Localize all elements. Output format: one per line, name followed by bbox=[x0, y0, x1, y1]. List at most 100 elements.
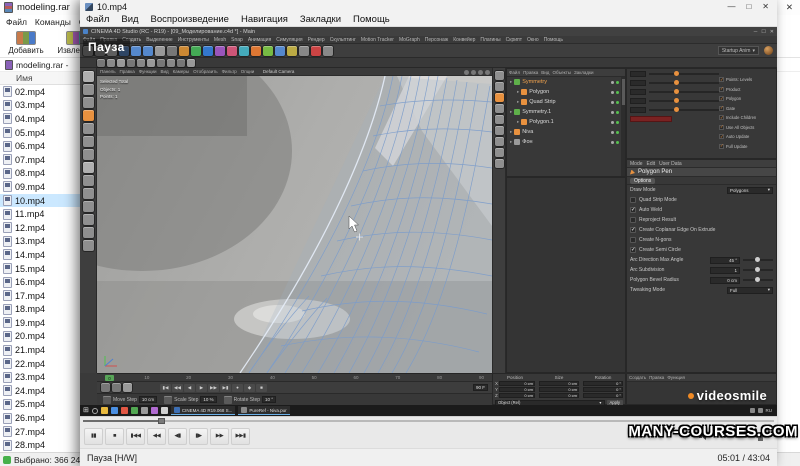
pause-button[interactable]: ▮▮ bbox=[84, 428, 103, 445]
file-row[interactable]: 20.mp4 bbox=[0, 330, 90, 344]
file-row[interactable]: 09.mp4 bbox=[0, 180, 90, 194]
toolbar-icon bbox=[311, 46, 321, 56]
taskbar-icon bbox=[121, 407, 128, 414]
file-row[interactable]: 17.mp4 bbox=[0, 289, 90, 303]
file-row[interactable]: 13.mp4 bbox=[0, 235, 90, 249]
file-row[interactable]: 18.mp4 bbox=[0, 303, 90, 317]
toolbar-icon bbox=[155, 46, 165, 56]
toolbar-icon bbox=[147, 59, 155, 67]
taskbar-icon bbox=[101, 407, 108, 414]
file-row[interactable]: 03.mp4 bbox=[0, 99, 90, 113]
quantize-group: Scale Step 10 % bbox=[164, 396, 216, 404]
file-row[interactable]: 02.mp4 bbox=[0, 85, 90, 99]
c4d-menu-item: Окно bbox=[527, 37, 539, 43]
camera-label: Default Camera bbox=[263, 69, 295, 74]
frame-forward-button[interactable]: ▮▶ bbox=[189, 428, 208, 445]
winrar-menu-item[interactable]: Файл bbox=[6, 17, 27, 27]
file-name: 03.mp4 bbox=[15, 100, 45, 110]
window-button[interactable]: □ bbox=[746, 2, 751, 11]
file-row[interactable]: 15.mp4 bbox=[0, 262, 90, 276]
mode-icon bbox=[83, 136, 94, 147]
animation-timeline: 0102030405060708090 0 bbox=[97, 373, 492, 381]
file-row[interactable]: 24.mp4 bbox=[0, 384, 90, 398]
player-window-buttons: — □ ✕ bbox=[727, 2, 772, 11]
quantize-palette: Move Step 10 cm Scale Step 10 % Rotate S… bbox=[97, 393, 492, 405]
axis-gizmo-icon bbox=[103, 354, 119, 368]
file-row[interactable]: 22.mp4 bbox=[0, 357, 90, 371]
viewport-menu-item: Вид bbox=[160, 69, 168, 74]
video-file-icon bbox=[3, 222, 12, 233]
fast-forward-button[interactable]: ▶▶ bbox=[210, 428, 229, 445]
window-button[interactable]: ✕ bbox=[786, 2, 793, 13]
file-row[interactable]: 23.mp4 bbox=[0, 370, 90, 384]
transport-button: ◆ bbox=[244, 384, 255, 392]
stop-button[interactable]: ■ bbox=[105, 428, 124, 445]
attribute-row: Draw Mode Polygons Polygons▾ bbox=[627, 185, 776, 195]
object-name: Polygon bbox=[529, 89, 549, 95]
column-header-name[interactable]: Имя bbox=[0, 72, 90, 85]
file-row[interactable]: 14.mp4 bbox=[0, 248, 90, 262]
file-row[interactable]: 08.mp4 bbox=[0, 167, 90, 181]
skip-forward-button[interactable]: ▶▶▮ bbox=[231, 428, 250, 445]
object-name: Quad Strip bbox=[529, 99, 555, 105]
window-button[interactable]: — bbox=[727, 2, 735, 11]
video-file-icon bbox=[3, 100, 12, 111]
attribute-row: Create Coplanar Edge On Extrude ▾ bbox=[627, 225, 776, 235]
video-file-icon bbox=[3, 426, 12, 437]
file-row[interactable]: 16.mp4 bbox=[0, 275, 90, 289]
file-row[interactable]: 19.mp4 bbox=[0, 316, 90, 330]
file-row[interactable]: 05.mp4 bbox=[0, 126, 90, 140]
option-checkboxes: Points: Levels Product Polygon Gate bbox=[719, 75, 775, 151]
slider bbox=[743, 279, 773, 281]
file-row[interactable]: 26.mp4 bbox=[0, 411, 90, 425]
c4d-menu-item: Конвейер bbox=[453, 37, 475, 43]
system-tray: RU bbox=[750, 408, 775, 413]
winrar-menu-item[interactable]: Команды bbox=[35, 17, 71, 27]
file-row[interactable]: 11.mp4 bbox=[0, 207, 90, 221]
timeline-tick: 40 bbox=[270, 375, 275, 380]
coord-row: Y0 cm 0 cm 0 ° bbox=[493, 386, 625, 392]
video-file-icon bbox=[3, 127, 12, 138]
file-row[interactable]: 10.mp4 bbox=[0, 194, 90, 208]
option-row: Gate bbox=[719, 104, 775, 114]
window-button[interactable]: ✕ bbox=[762, 2, 769, 11]
attribute-row: Quad Strip Mode ▾ bbox=[627, 195, 776, 205]
video-area[interactable]: CINEMA 4D Studio (RC - R19) - [09_Модели… bbox=[80, 27, 777, 416]
file-row[interactable]: 25.mp4 bbox=[0, 398, 90, 412]
mode-icon bbox=[83, 110, 94, 121]
file-row[interactable]: 07.mp4 bbox=[0, 153, 90, 167]
timeline-tick: 30 bbox=[228, 375, 233, 380]
player-menu-item[interactable]: Навигация bbox=[235, 14, 294, 25]
file-row[interactable]: 06.mp4 bbox=[0, 139, 90, 153]
layout-dropdown: Startup Anim▾ bbox=[718, 46, 759, 55]
object-tree-item: Symmetry bbox=[507, 77, 625, 87]
timeline-tick: 70 bbox=[395, 375, 400, 380]
file-row[interactable]: 27.mp4 bbox=[0, 425, 90, 439]
add-button[interactable]: Добавить bbox=[5, 31, 47, 55]
timeline-tick: 20 bbox=[186, 375, 191, 380]
search-icon bbox=[92, 408, 98, 414]
objects-menu-item: Вид bbox=[541, 70, 549, 75]
frame-back-button[interactable]: ◀▮ bbox=[168, 428, 187, 445]
player-menu-item[interactable]: Файл bbox=[80, 14, 115, 25]
expand-arrow-icon bbox=[510, 109, 512, 115]
attr-header-tab: Edit bbox=[647, 161, 656, 167]
skip-back-button[interactable]: ▮◀◀ bbox=[126, 428, 145, 445]
tool-options-panel: Points: Levels Product Polygon Gate bbox=[626, 68, 777, 159]
file-row[interactable]: 04.mp4 bbox=[0, 112, 90, 126]
player-menu-item[interactable]: Воспроизведение bbox=[145, 14, 235, 25]
rewind-button[interactable]: ◀◀ bbox=[147, 428, 166, 445]
c4d-menu-item: Скрипт bbox=[506, 37, 522, 43]
video-file-icon bbox=[3, 236, 12, 247]
file-name: 04.mp4 bbox=[15, 114, 45, 124]
materials-menu-item: Функция bbox=[667, 375, 685, 380]
player-menu-item[interactable]: Вид bbox=[115, 14, 144, 25]
player-menu-item[interactable]: Закладки bbox=[294, 14, 347, 25]
toolbar-icon bbox=[227, 46, 237, 56]
file-row[interactable]: 12.mp4 bbox=[0, 221, 90, 235]
file-row[interactable]: 28.mp4 bbox=[0, 438, 90, 452]
player-menu-item[interactable]: Помощь bbox=[347, 14, 396, 25]
file-row[interactable]: 21.mp4 bbox=[0, 343, 90, 357]
coordinates-panel: PositionSizeRotation X0 cm 0 cm 0 ° Y0 c… bbox=[492, 373, 626, 405]
toolbar-icon bbox=[177, 59, 185, 67]
